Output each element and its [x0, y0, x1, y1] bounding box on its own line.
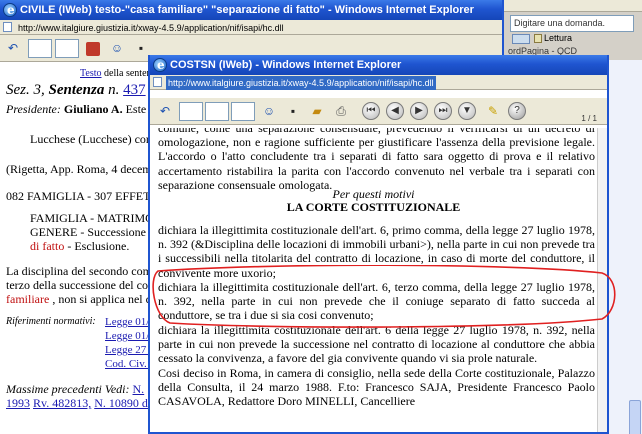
people-icon[interactable]: ☺ — [108, 39, 126, 57]
page-icon — [153, 77, 162, 87]
paragraph-primo-comma: dichiara la illegittimita costituzionale… — [158, 223, 595, 280]
lettura-button[interactable]: Lettura — [544, 33, 572, 43]
esclusione-text: - Esclusione. — [67, 239, 130, 253]
n10890-link[interactable]: N. 10890 de — [94, 396, 153, 410]
reading-icon — [534, 34, 542, 43]
famiglia-code-line: 082 FAMIGLIA - 307 EFFET — [6, 189, 151, 203]
front-url-selected[interactable]: http://www.italgiure.giustizia.it/xway-4… — [166, 76, 436, 90]
familiare-highlight: familiare — [6, 292, 50, 306]
back-address-bar[interactable]: http://www.italgiure.giustizia.it/xway-4… — [0, 20, 502, 35]
book-icon[interactable] — [86, 42, 100, 56]
sentenza-number-link[interactable]: 437 — [123, 82, 146, 98]
cod-civ-link[interactable]: Cod. Civ. a — [105, 358, 154, 370]
folder-icon[interactable]: ▰ — [308, 102, 326, 120]
riferimenti-label: Riferimenti normativi: — [6, 316, 96, 327]
rv-link[interactable]: Rv. 482813, — [33, 396, 91, 410]
prev-page-icon[interactable]: ◀ — [386, 102, 404, 120]
document-map-icon[interactable] — [512, 34, 530, 44]
highlight-pen-icon[interactable]: ✎ — [484, 102, 502, 120]
desktop: CIVILE (IWeb) testo-"casa familiare" "se… — [0, 0, 642, 434]
testo-link[interactable]: Testo — [80, 68, 102, 79]
non-si-text: , non si applica nel cas — [52, 292, 161, 306]
genere-line: GENERE - Successione — [30, 225, 146, 239]
front-address-bar[interactable]: http://www.italgiure.giustizia.it/xway-4… — [150, 75, 607, 90]
back-window-title: CIVILE (IWeb) testo-"casa familiare" "se… — [20, 4, 474, 16]
testo-rest: della senten — [104, 68, 152, 79]
year-link[interactable]: 1993 — [6, 396, 30, 410]
paragraph-art6: dichiara la illegittimita costituzionale… — [158, 323, 595, 366]
people-icon[interactable]: ☺ — [260, 102, 278, 120]
page-indicator: 1 / 1 — [581, 114, 597, 123]
rigetta-line: (Rigetta, App. Roma, 4 decemb — [6, 162, 158, 176]
front-browser-window: COSTSN (IWeb) - Windows Internet Explore… — [148, 55, 609, 434]
back-toolbar-field-1[interactable] — [28, 39, 52, 58]
paragraph-cosi-deciso: Cosi deciso in Roma, in camera di consig… — [158, 366, 595, 409]
sentenza-label: Sentenza — [48, 82, 105, 98]
next-page-icon[interactable]: ▶ — [410, 102, 428, 120]
front-document: comune, come una separazione consensuale… — [150, 128, 597, 432]
front-toolbar: ↶ ☺ ▪ ▰ ⎙ ⏮ ◀ ▶ ⏭ ▼ ✎ ? — [150, 98, 607, 125]
paragraph-terzo-comma: dichiara la illegittimita costituzionale… — [158, 280, 595, 323]
first-page-icon[interactable]: ⏮ — [362, 102, 380, 120]
help-icon[interactable]: ? — [508, 102, 526, 120]
back-url[interactable]: http://www.italgiure.giustizia.it/xway-4… — [16, 21, 286, 35]
front-window-title: COSTSN (IWeb) - Windows Internet Explore… — [170, 59, 402, 71]
back-toolbar-field-2[interactable] — [55, 39, 79, 58]
front-toolbar-field-3[interactable] — [231, 102, 255, 121]
word-menu-strip — [504, 0, 642, 12]
down-icon[interactable]: ▼ — [458, 102, 476, 120]
undo-icon[interactable]: ↶ — [156, 102, 174, 120]
page-icon — [3, 22, 12, 32]
word-scrollbar[interactable] — [608, 60, 642, 434]
sez-label: Sez. 3, — [6, 82, 45, 98]
di-fatto-highlight: di fatto — [30, 239, 65, 253]
undo-icon[interactable]: ↶ — [4, 39, 22, 57]
la-corte-costituzionale: LA CORTE COSTITUZIONALE — [286, 200, 461, 214]
save-icon[interactable]: ▪ — [284, 102, 302, 120]
massime-n-link[interactable]: N. — [133, 382, 145, 396]
print-icon[interactable]: ⎙ — [332, 102, 350, 120]
word-scroll-thumb[interactable] — [629, 400, 641, 434]
back-window-titlebar[interactable]: CIVILE (IWeb) testo-"casa familiare" "se… — [0, 0, 502, 20]
last-page-icon[interactable]: ⏭ — [434, 102, 452, 120]
front-scrollbar[interactable] — [597, 128, 607, 432]
front-toolbar-field-2[interactable] — [205, 102, 229, 121]
massime-label: Massime precedenti Vedi: — [6, 382, 130, 396]
presidente-name: Giuliano A. — [63, 102, 123, 116]
famiglia-matrim-line: FAMIGLIA - MATRIMO — [30, 211, 154, 225]
presidente-rest: Este — [125, 102, 147, 116]
front-window-titlebar[interactable]: COSTSN (IWeb) - Windows Internet Explore… — [150, 55, 607, 75]
paragraph-prior: comune, come una separazione consensuale… — [158, 128, 595, 192]
ie-logo-icon — [3, 0, 17, 20]
terzo-line: terzo della successione del cont — [6, 278, 158, 292]
front-toolbar-field-1[interactable] — [179, 102, 203, 121]
presidente-label: Presidente: — [6, 102, 61, 116]
lucchese-line: Lucchese (Lucchese) contr — [30, 132, 160, 146]
disciplina-line: La disciplina del secondo comm — [6, 264, 162, 278]
n-label: n. — [108, 82, 120, 98]
ask-question-box[interactable]: Digitare una domanda. — [510, 15, 634, 32]
ie-logo-icon — [153, 55, 167, 75]
